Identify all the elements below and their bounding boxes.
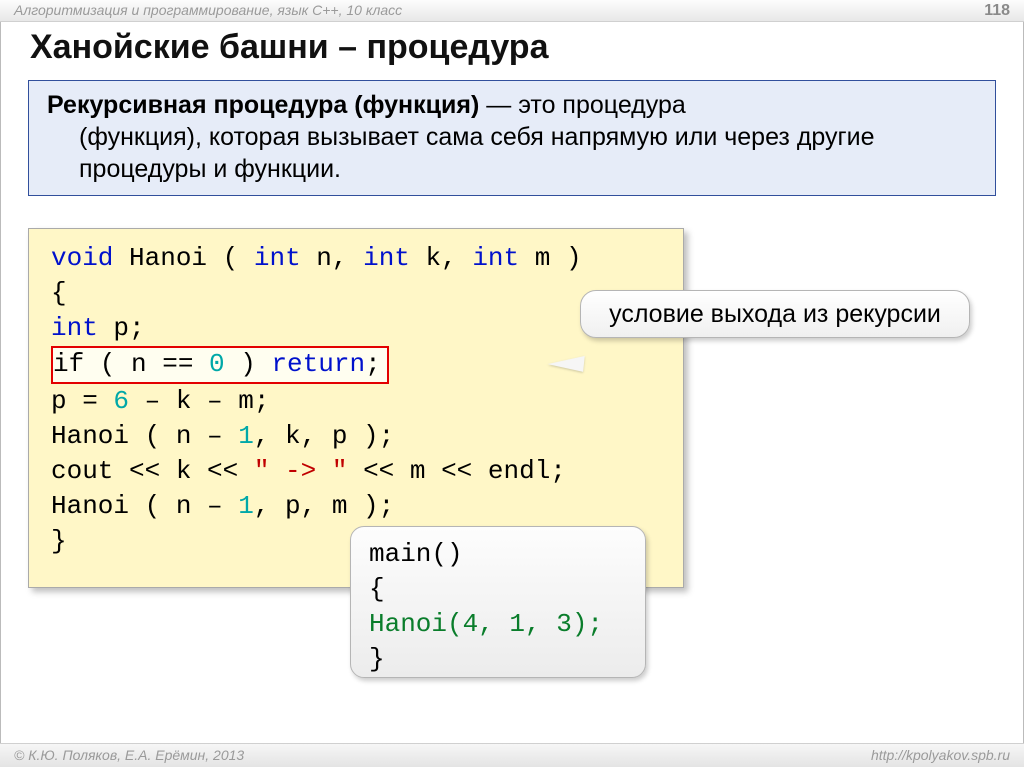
header-bar: Алгоритмизация и программирование, язык … xyxy=(0,0,1024,22)
slide: Алгоритмизация и программирование, язык … xyxy=(0,0,1024,767)
kw-return: return xyxy=(271,349,365,379)
code-line-3: int p; xyxy=(51,311,661,346)
main-code-block: main() { Hanoi(4, 1, 3); } xyxy=(350,526,646,678)
kw-int: int xyxy=(363,243,410,273)
definition-box: Рекурсивная процедура (функция) — это пр… xyxy=(28,80,996,196)
hanoi-call: Hanoi(4, 1, 3); xyxy=(369,609,603,639)
main-line-2: { xyxy=(369,572,627,607)
kw-int: int xyxy=(51,313,98,343)
string-literal: " -> " xyxy=(254,456,348,486)
main-line-1: main() xyxy=(369,537,627,572)
page-number: 118 xyxy=(984,2,1010,21)
code-line-2: { xyxy=(51,276,661,311)
definition-term: Рекурсивная процедура (функция) xyxy=(47,91,479,119)
main-line-3: Hanoi(4, 1, 3); xyxy=(369,607,627,642)
kw-int: int xyxy=(254,243,301,273)
kw-void: void xyxy=(51,243,113,273)
definition-dash: — это процедура xyxy=(479,91,685,119)
callout-exit-condition: условие выхода из рекурсии xyxy=(580,290,970,338)
site-url-label: http://kpolyakov.spb.ru xyxy=(871,747,1010,767)
main-line-4: } xyxy=(369,642,627,677)
definition-body: (функция), которая вызывает сама себя на… xyxy=(47,121,977,185)
course-label: Алгоритмизация и программирование, язык … xyxy=(14,2,402,21)
code-line-7: cout << k << " -> " << m << endl; xyxy=(51,454,661,489)
highlighted-exit-condition: if ( n == 0 ) return; xyxy=(51,346,389,384)
page-title: Ханойские башни – процедура xyxy=(30,28,548,67)
copyright-label: © К.Ю. Поляков, Е.А. Ерёмин, 2013 xyxy=(14,747,244,767)
footer-bar: © К.Ю. Поляков, Е.А. Ерёмин, 2013 http:/… xyxy=(0,743,1024,767)
code-line-6: Hanoi ( n – 1, k, p ); xyxy=(51,419,661,454)
code-line-8: Hanoi ( n – 1, p, m ); xyxy=(51,489,661,524)
code-line-1: void Hanoi ( int n, int k, int m ) xyxy=(51,241,661,276)
code-line-5: p = 6 – k – m; xyxy=(51,384,661,419)
kw-int: int xyxy=(472,243,519,273)
